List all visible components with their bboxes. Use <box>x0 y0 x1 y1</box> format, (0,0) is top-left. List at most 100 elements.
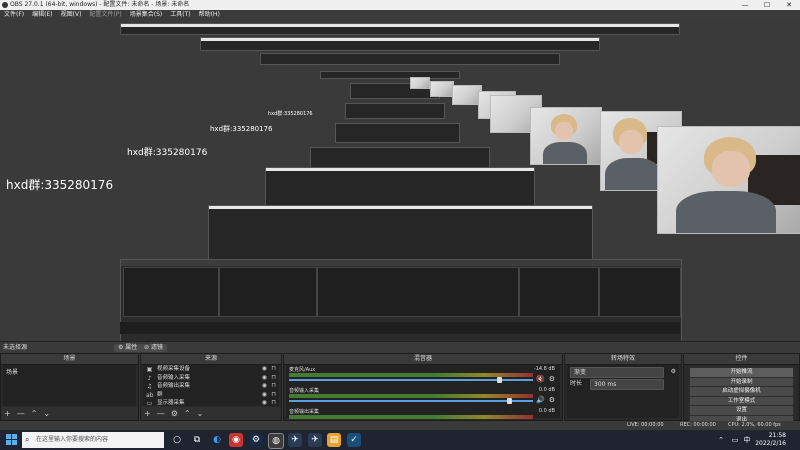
menu-bar: 文件(F) 编辑(E) 视图(V) 配置文件(P) 场景集合(S) 工具(T) … <box>0 10 800 19</box>
channel-db: 0.0 dB <box>538 387 555 393</box>
close-button[interactable]: ✕ <box>778 0 800 10</box>
windows-taskbar: ⌕ 在这里输入你要搜索的内容 ○ ⧉ ◐ ◉ ⚙ ◍ ✈ ✈ ▤ ✓ ⌃ ▭ 中… <box>0 430 800 450</box>
app-icon[interactable]: ✈ <box>308 433 322 447</box>
duration-label: 时长 <box>570 380 583 387</box>
gear-icon[interactable]: ⚙ <box>171 409 178 418</box>
cpu-fps: CPU: 2.0%, 60.00 fps <box>728 422 781 428</box>
source-item[interactable]: ♫ 音频输出采集 ◉ ⊓ <box>143 382 279 391</box>
duration-input[interactable]: 300 ms <box>590 379 664 390</box>
window-title: OBS 27.0.1 (64-bit, windows) - 配置文件: 未命名… <box>10 1 190 8</box>
nested-preview-frame <box>320 71 460 79</box>
controls-dock: 控件 开始推流 开始录制 启动虚拟摄像机 工作室模式 设置 退出 <box>683 353 800 425</box>
windows-start-icon[interactable] <box>6 434 17 445</box>
checkmark-app-icon[interactable]: ✓ <box>347 433 361 447</box>
source-item[interactable]: ab 群 ◉ ⊓ <box>143 391 279 400</box>
system-tray-icon[interactable]: ⌃ <box>714 433 728 447</box>
filters-button[interactable]: ⊘ 滤镜 <box>140 344 167 352</box>
mixer-channel: 麦克风/Aux -14.8 dB 🔇 ⚙ <box>289 366 557 386</box>
visibility-eye-icon[interactable]: ◉ <box>262 391 267 400</box>
start-streaming-button[interactable]: 开始推流 <box>689 367 794 378</box>
speaker-icon[interactable]: 🔊 <box>536 396 545 404</box>
menu-file[interactable]: 文件(F) <box>0 10 28 19</box>
steam-icon[interactable]: ⚙ <box>249 433 263 447</box>
menu-view[interactable]: 视图(V) <box>57 10 86 19</box>
channel-name: 音频输出采集 <box>289 409 320 415</box>
input-method-icon[interactable]: 中 <box>740 433 754 447</box>
gear-icon[interactable]: ⚙ <box>549 396 555 404</box>
menu-profile[interactable]: 配置文件(P) <box>85 10 125 19</box>
fader-handle[interactable] <box>507 398 512 404</box>
remove-scene-icon[interactable]: — <box>17 409 25 418</box>
nested-preview-frame <box>120 23 680 35</box>
menu-help[interactable]: 帮助(H) <box>195 10 224 19</box>
clock-time: 21:58 <box>768 432 786 439</box>
add-source-icon[interactable]: + <box>144 409 151 418</box>
nested-taskbar <box>120 322 680 334</box>
channel-name: 音频输入采集 <box>289 388 320 394</box>
sources-dock: 来源 ▣ 视频采集设备 ◉ ⊓ ♪ 音频输入采集 ◉ ⊓ ♫ 音频输出采集 ◉ … <box>140 353 282 421</box>
menu-tools[interactable]: 工具(T) <box>166 10 194 19</box>
move-down-icon[interactable]: ⌄ <box>43 409 50 418</box>
channel-db: -14.8 dB <box>533 366 555 372</box>
speaker-mute-icon[interactable]: 🔇 <box>536 375 545 383</box>
visibility-eye-icon[interactable]: ◉ <box>262 374 267 383</box>
controls-body: 开始推流 开始录制 启动虚拟摄像机 工作室模式 设置 退出 <box>686 365 797 425</box>
webcam-feed-thumbnail <box>410 77 430 89</box>
fader-handle[interactable] <box>497 377 502 383</box>
source-item[interactable]: ▣ 视频采集设备 ◉ ⊓ <box>143 365 279 374</box>
maximize-button[interactable]: ☐ <box>756 0 778 10</box>
group-number-text: hxd群:335280176 <box>210 125 273 133</box>
mixer-channels: 麦克风/Aux -14.8 dB 🔇 ⚙ 音频输入采集 0.0 dB 🔊 ⚙ 音… <box>286 365 560 419</box>
task-view-icon[interactable]: ⧉ <box>190 433 204 447</box>
visibility-eye-icon[interactable]: ◉ <box>262 382 267 391</box>
move-down-icon[interactable]: ⌄ <box>197 409 204 418</box>
media-app-icon[interactable]: ◉ <box>229 433 243 447</box>
nested-preview-frame <box>345 103 445 119</box>
add-scene-icon[interactable]: + <box>4 409 11 418</box>
edge-browser-icon[interactable]: ◐ <box>210 433 224 447</box>
move-up-icon[interactable]: ⌃ <box>31 409 38 418</box>
rec-time: REC: 00:00:00 <box>680 422 716 428</box>
clock-date: 2022/2/16 <box>755 440 786 447</box>
source-item[interactable]: ♪ 音频输入采集 ◉ ⊓ <box>143 374 279 383</box>
remove-source-icon[interactable]: — <box>157 409 165 418</box>
folder-app-icon[interactable]: ▤ <box>327 433 341 447</box>
move-up-icon[interactable]: ⌃ <box>184 409 191 418</box>
scenes-dock-title: 场景 <box>1 354 138 365</box>
properties-button[interactable]: ⚙ 属性 <box>114 344 142 352</box>
volume-meter <box>289 394 533 398</box>
scene-item[interactable]: 场景 <box>3 365 136 378</box>
gear-icon[interactable]: ⚙ <box>671 367 676 377</box>
obs-taskbar-icon[interactable]: ◍ <box>268 433 284 449</box>
volume-meter <box>289 415 533 419</box>
gear-icon[interactable]: ⚙ <box>549 375 555 383</box>
lock-icon[interactable]: ⊓ <box>271 382 276 391</box>
nested-preview-frame <box>200 37 600 51</box>
settings-button[interactable]: 设置 <box>689 405 794 416</box>
scene-transitions-dock: 转场特效 渐变 ⚙ 时长 300 ms <box>564 353 682 421</box>
taskbar-clock[interactable]: 21:58 2022/2/16 <box>755 432 786 448</box>
transition-type-select[interactable]: 渐变 <box>570 367 664 378</box>
taskbar-search-box[interactable]: ⌕ 在这里输入你要搜索的内容 <box>22 432 164 448</box>
status-bar: LIVE: 00:00:00 REC: 00:00:00 CPU: 2.0%, … <box>0 421 800 430</box>
sources-toolbar: + — ⚙ ⌃ ⌄ <box>141 407 281 420</box>
lock-icon[interactable]: ⊓ <box>271 374 276 383</box>
menu-scene-collection[interactable]: 场景集合(S) <box>126 10 167 19</box>
transitions-dock-title: 转场特效 <box>565 354 681 365</box>
lock-icon[interactable]: ⊓ <box>271 365 276 374</box>
visibility-eye-icon[interactable]: ◉ <box>262 365 267 374</box>
sources-dock-title: 来源 <box>141 354 281 365</box>
scenes-list: 场景 <box>3 365 136 406</box>
transitions-body: 渐变 ⚙ 时长 300 ms <box>567 365 679 418</box>
source-label: 音频输入采集 <box>157 374 191 381</box>
minimize-button[interactable]: — <box>734 0 756 10</box>
app-icon[interactable]: ✈ <box>288 433 302 447</box>
cortana-icon[interactable]: ○ <box>170 433 184 447</box>
start-virtual-camera-button[interactable]: 启动虚拟摄像机 <box>689 386 794 397</box>
menu-edit[interactable]: 编辑(E) <box>28 10 56 19</box>
webcam-feed-thumbnail <box>530 107 602 165</box>
volume-fader[interactable] <box>289 400 533 402</box>
source-label: 音频输出采集 <box>157 383 191 389</box>
lock-icon[interactable]: ⊓ <box>271 391 276 400</box>
preview-canvas[interactable]: hxd群:335280176 hxd群:335280176 hxd群:33528… <box>0 19 800 341</box>
